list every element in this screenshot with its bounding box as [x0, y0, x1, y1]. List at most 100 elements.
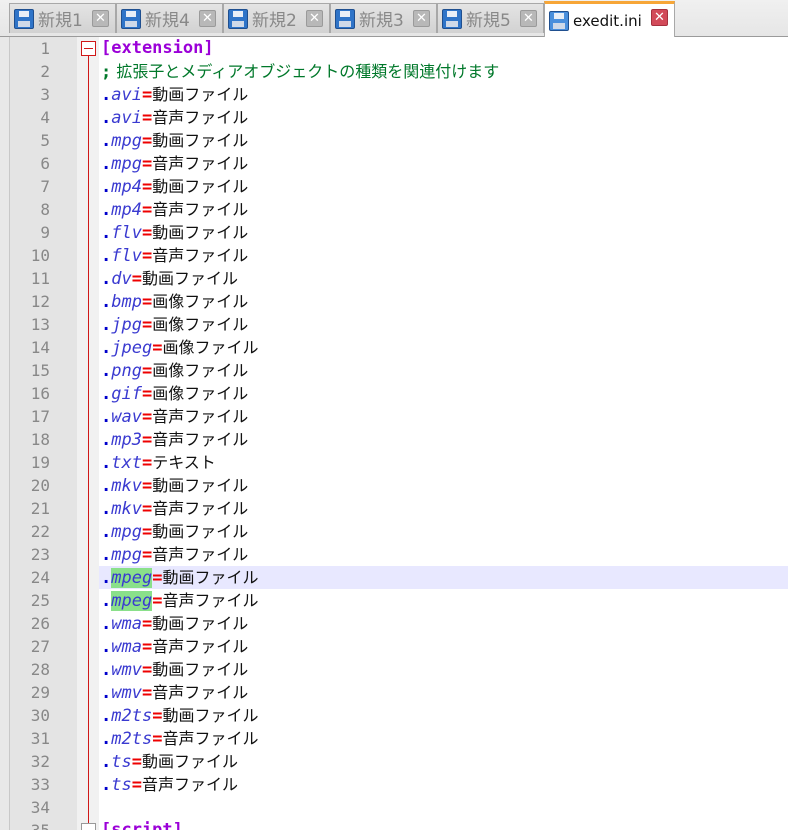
- media-type-value: 動画ファイル: [162, 706, 259, 725]
- media-type-value: 画像ファイル: [152, 292, 249, 311]
- code-line[interactable]: 23 .mpg=音声ファイル: [0, 543, 788, 566]
- key-dot: .: [101, 683, 112, 703]
- line-content: ; 拡張子とメディアオブジェクトの種類を関連付けます: [101, 60, 499, 84]
- code-line[interactable]: 7 .mp4=動画ファイル: [0, 175, 788, 198]
- line-text-area[interactable]: .wmv=音声ファイル: [99, 681, 788, 704]
- code-line[interactable]: 12 .bmp=画像ファイル: [0, 290, 788, 313]
- code-line[interactable]: 17 .wav=音声ファイル: [0, 405, 788, 428]
- code-line[interactable]: 21 .mkv=音声ファイル: [0, 497, 788, 520]
- line-text-area[interactable]: .txt=テキスト: [99, 451, 788, 474]
- tab-新規2[interactable]: 新規2 ✕: [223, 3, 330, 33]
- line-text-area[interactable]: .dv=動画ファイル: [99, 267, 788, 290]
- line-text-area[interactable]: .bmp=画像ファイル: [99, 290, 788, 313]
- line-text-area[interactable]: .mpg=動画ファイル: [99, 520, 788, 543]
- line-text-area[interactable]: .flv=動画ファイル: [99, 221, 788, 244]
- line-text-area[interactable]: .mkv=動画ファイル: [99, 474, 788, 497]
- close-icon[interactable]: ✕: [92, 10, 109, 27]
- code-line[interactable]: 6 .mpg=音声ファイル: [0, 152, 788, 175]
- line-text-area[interactable]: .m2ts=動画ファイル: [99, 704, 788, 727]
- line-text-area[interactable]: .m2ts=音声ファイル: [99, 727, 788, 750]
- line-text-area[interactable]: [script]: [99, 819, 788, 830]
- code-line[interactable]: 24 .mpeg=動画ファイル: [0, 566, 788, 589]
- code-line[interactable]: 1 [extension]: [0, 37, 788, 60]
- close-icon[interactable]: ✕: [413, 10, 430, 27]
- code-line[interactable]: 35 [script]: [0, 819, 788, 830]
- line-text-area[interactable]: .mpeg=動画ファイル: [99, 566, 788, 589]
- line-text-area[interactable]: .wmv=動画ファイル: [99, 658, 788, 681]
- code-line[interactable]: 10 .flv=音声ファイル: [0, 244, 788, 267]
- line-text-area[interactable]: .mkv=音声ファイル: [99, 497, 788, 520]
- code-line[interactable]: 16 .gif=画像ファイル: [0, 382, 788, 405]
- code-line[interactable]: 8 .mp4=音声ファイル: [0, 198, 788, 221]
- tab-新規5[interactable]: 新規5 ✕: [437, 3, 544, 33]
- line-text-area[interactable]: .flv=音声ファイル: [99, 244, 788, 267]
- code-line[interactable]: 14 .jpeg=画像ファイル: [0, 336, 788, 359]
- key-dot: .: [101, 430, 112, 450]
- tab-label: exedit.ini: [573, 11, 642, 30]
- line-text-area[interactable]: .jpg=画像ファイル: [99, 313, 788, 336]
- code-line[interactable]: 2; 拡張子とメディアオブジェクトの種類を関連付けます: [0, 60, 788, 83]
- media-type-value: 動画ファイル: [152, 476, 249, 495]
- tab-新規4[interactable]: 新規4 ✕: [116, 3, 223, 33]
- line-text-area[interactable]: .wma=音声ファイル: [99, 635, 788, 658]
- line-text-area[interactable]: .mp3=音声ファイル: [99, 428, 788, 451]
- line-text-area[interactable]: .mp4=音声ファイル: [99, 198, 788, 221]
- code-line[interactable]: 4 .avi=音声ファイル: [0, 106, 788, 129]
- line-text-area[interactable]: .ts=動画ファイル: [99, 750, 788, 773]
- line-text-area[interactable]: .mp4=動画ファイル: [99, 175, 788, 198]
- code-line[interactable]: 15 .png=画像ファイル: [0, 359, 788, 382]
- line-text-area[interactable]: .wav=音声ファイル: [99, 405, 788, 428]
- fold-collapse-icon[interactable]: [81, 823, 96, 830]
- line-text-area[interactable]: .mpg=動画ファイル: [99, 129, 788, 152]
- close-icon[interactable]: ✕: [520, 10, 537, 27]
- line-text-area[interactable]: [extension]: [99, 37, 788, 60]
- code-line[interactable]: 20 .mkv=動画ファイル: [0, 474, 788, 497]
- close-icon[interactable]: ✕: [199, 10, 216, 27]
- equals-sign: =: [141, 292, 153, 312]
- code-line[interactable]: 27 .wma=音声ファイル: [0, 635, 788, 658]
- equals-sign: =: [141, 407, 153, 427]
- save-icon: [14, 8, 34, 29]
- extension-key: mkv: [111, 476, 142, 496]
- line-text-area[interactable]: .png=画像ファイル: [99, 359, 788, 382]
- line-text-area[interactable]: [99, 796, 788, 819]
- code-line[interactable]: 29 .wmv=音声ファイル: [0, 681, 788, 704]
- line-text-area[interactable]: .wma=動画ファイル: [99, 612, 788, 635]
- line-text-area[interactable]: .avi=動画ファイル: [99, 83, 788, 106]
- code-line[interactable]: 22 .mpg=動画ファイル: [0, 520, 788, 543]
- line-text-area[interactable]: .gif=画像ファイル: [99, 382, 788, 405]
- media-type-value: 音声ファイル: [152, 108, 249, 127]
- code-line[interactable]: 28 .wmv=動画ファイル: [0, 658, 788, 681]
- code-line[interactable]: 33 .ts=音声ファイル: [0, 773, 788, 796]
- code-line[interactable]: 31 .m2ts=音声ファイル: [0, 727, 788, 750]
- close-icon[interactable]: ✕: [651, 9, 668, 26]
- line-text-area[interactable]: .mpg=音声ファイル: [99, 152, 788, 175]
- line-text-area[interactable]: ; 拡張子とメディアオブジェクトの種類を関連付けます: [99, 60, 788, 83]
- tab-新規1[interactable]: 新規1 ✕: [9, 3, 116, 33]
- tab-exedit.ini[interactable]: exedit.ini ✕: [544, 1, 675, 37]
- code-line[interactable]: 11 .dv=動画ファイル: [0, 267, 788, 290]
- line-text-area[interactable]: .jpeg=画像ファイル: [99, 336, 788, 359]
- code-line[interactable]: 3 .avi=動画ファイル: [0, 83, 788, 106]
- code-line[interactable]: 5 .mpg=動画ファイル: [0, 129, 788, 152]
- code-line[interactable]: 13 .jpg=画像ファイル: [0, 313, 788, 336]
- code-line[interactable]: 30 .m2ts=動画ファイル: [0, 704, 788, 727]
- code-line[interactable]: 26 .wma=動画ファイル: [0, 612, 788, 635]
- line-number: 8: [40, 200, 50, 219]
- code-line[interactable]: 25 .mpeg=音声ファイル: [0, 589, 788, 612]
- code-line[interactable]: 19 .txt=テキスト: [0, 451, 788, 474]
- code-line[interactable]: 32 .ts=動画ファイル: [0, 750, 788, 773]
- line-text-area[interactable]: .mpg=音声ファイル: [99, 543, 788, 566]
- line-text-area[interactable]: .mpeg=音声ファイル: [99, 589, 788, 612]
- media-type-value: 動画ファイル: [152, 614, 249, 633]
- fold-collapse-icon[interactable]: [81, 41, 96, 56]
- line-text-area[interactable]: .avi=音声ファイル: [99, 106, 788, 129]
- close-icon[interactable]: ✕: [306, 10, 323, 27]
- code-line[interactable]: 9 .flv=動画ファイル: [0, 221, 788, 244]
- tab-新規3[interactable]: 新規3 ✕: [330, 3, 437, 33]
- line-text-area[interactable]: .ts=音声ファイル: [99, 773, 788, 796]
- code-line[interactable]: 18 .mp3=音声ファイル: [0, 428, 788, 451]
- editor[interactable]: 1 [extension] 2; 拡張子とメディアオブジェクトの種類を関連付けます 3…: [0, 37, 788, 830]
- code-line[interactable]: 34: [0, 796, 788, 819]
- extension-key: avi: [111, 108, 142, 128]
